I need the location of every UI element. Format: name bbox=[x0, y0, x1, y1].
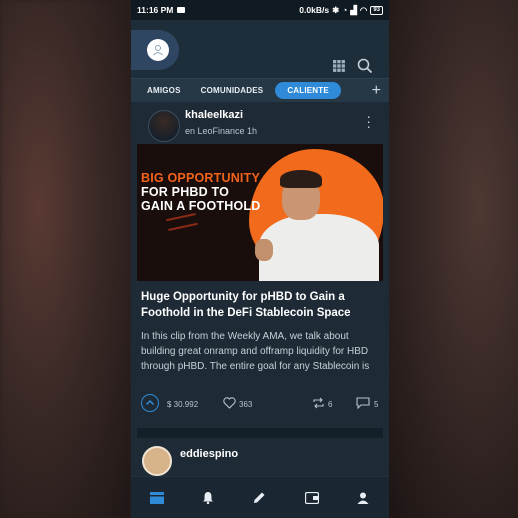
network-speed: 0.0kB/s bbox=[299, 5, 330, 15]
author-avatar[interactable] bbox=[148, 110, 180, 142]
nav-profile[interactable] bbox=[353, 488, 373, 508]
post-meta: en LeoFinance 1h bbox=[185, 126, 258, 136]
thumbnail-hand bbox=[255, 239, 273, 261]
feed-tabs: AMIGOS COMUNIDADES CALIENTE + bbox=[131, 78, 389, 102]
pencil-icon bbox=[254, 492, 265, 503]
user-avatar-icon bbox=[147, 39, 169, 61]
bell-icon bbox=[203, 492, 214, 504]
thumbnail-hair bbox=[280, 170, 322, 188]
thumbnail-line2: FOR PHBD TO bbox=[141, 185, 230, 199]
add-tab-icon[interactable]: + bbox=[372, 82, 381, 99]
tab-caliente[interactable]: CALIENTE bbox=[275, 82, 341, 99]
post-card[interactable]: khaleelkazi en LeoFinance 1h · · · BIG OPP… bbox=[131, 102, 389, 438]
tab-amigos[interactable]: AMIGOS bbox=[139, 82, 189, 99]
next-post-card[interactable]: eddiespino bbox=[131, 438, 389, 476]
feed-icon bbox=[149, 491, 164, 504]
grid-icon[interactable] bbox=[333, 60, 345, 72]
next-post-author[interactable]: eddiespino bbox=[180, 448, 238, 460]
post-body: In this clip from the Weekly AMA, we tal… bbox=[141, 331, 370, 372]
bottom-navigation bbox=[131, 476, 389, 518]
app-bar bbox=[131, 20, 389, 78]
nav-notifications[interactable] bbox=[198, 488, 218, 508]
status-time: 11:16 PM bbox=[137, 5, 174, 15]
reblog-count: 6 bbox=[328, 400, 333, 409]
nav-feed[interactable] bbox=[147, 488, 167, 508]
bluetooth-icon: ✱ bbox=[332, 4, 340, 15]
person-icon bbox=[357, 492, 369, 504]
thumbnail-scribble bbox=[166, 213, 198, 231]
nav-wallet[interactable] bbox=[302, 488, 322, 508]
status-bar: 11:16 PM 0.0kB/s ✱ ◔ ▟ ◠ 93 bbox=[131, 0, 389, 20]
next-author-avatar[interactable] bbox=[142, 446, 172, 476]
tab-comunidades[interactable]: COMUNIDADES bbox=[193, 82, 272, 99]
post-payout: $ 30.992 bbox=[167, 400, 199, 409]
thumbnail-line1: BIG OPPORTUNITY bbox=[141, 171, 260, 185]
signal-icon: ▟ bbox=[350, 4, 357, 15]
phone-screen: 11:16 PM 0.0kB/s ✱ ◔ ▟ ◠ 93 AMIGOS COMUN… bbox=[131, 0, 389, 518]
wifi-icon: ◠ bbox=[359, 4, 368, 15]
comment-icon[interactable] bbox=[356, 397, 370, 409]
upvote-button[interactable] bbox=[141, 394, 159, 412]
background-right bbox=[389, 0, 518, 518]
alarm-icon: ◔ bbox=[342, 5, 348, 15]
post-title[interactable]: Huge Opportunity for pHBD to Gain a Foot… bbox=[137, 281, 383, 321]
more-options-icon[interactable]: · · · bbox=[366, 109, 371, 133]
battery-icon: 93 bbox=[370, 5, 383, 15]
nav-compose[interactable] bbox=[250, 488, 270, 508]
post-author[interactable]: khaleelkazi bbox=[185, 109, 243, 121]
video-icon bbox=[177, 7, 186, 13]
thumbnail-hoodie bbox=[259, 214, 379, 281]
comment-count: 5 bbox=[374, 400, 379, 409]
reblog-icon[interactable] bbox=[312, 397, 325, 409]
post-divider bbox=[137, 428, 383, 438]
search-icon[interactable] bbox=[357, 58, 373, 74]
heart-icon[interactable] bbox=[223, 397, 236, 409]
post-thumbnail[interactable]: BIG OPPORTUNITY FOR PHBD TO GAIN A FOOTH… bbox=[137, 144, 383, 281]
post-actions: $ 30.992 363 6 5 bbox=[137, 382, 383, 416]
like-count: 363 bbox=[239, 400, 253, 409]
background-left bbox=[0, 0, 131, 518]
thumbnail-line3: GAIN A FOOTHOLD bbox=[141, 199, 261, 213]
post-header: khaleelkazi en LeoFinance 1h · · · bbox=[137, 102, 383, 144]
profile-button[interactable] bbox=[131, 30, 179, 70]
wallet-icon bbox=[304, 491, 319, 504]
chevron-up-icon bbox=[145, 399, 155, 406]
